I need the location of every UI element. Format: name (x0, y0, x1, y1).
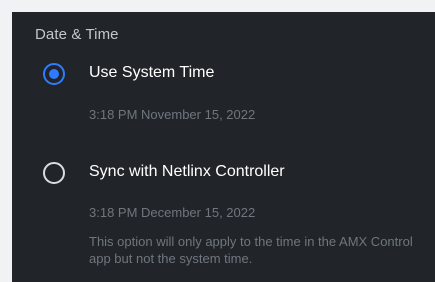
radio-sync-netlinx[interactable] (43, 162, 65, 184)
section-title: Date & Time (35, 26, 119, 43)
system-time-value: 3:18 PM November 15, 2022 (89, 107, 256, 122)
radio-use-system-time[interactable] (43, 63, 65, 85)
sync-option-note: This option will only apply to the time … (89, 234, 413, 266)
option-label-use-system-time[interactable]: Use System Time (89, 64, 214, 82)
option-label-sync-netlinx[interactable]: Sync with Netlinx Controller (89, 163, 285, 181)
date-time-panel: Date & Time Use System Time 3:18 PM Nove… (12, 12, 435, 282)
netlinx-time-value: 3:18 PM December 15, 2022 (89, 205, 256, 220)
